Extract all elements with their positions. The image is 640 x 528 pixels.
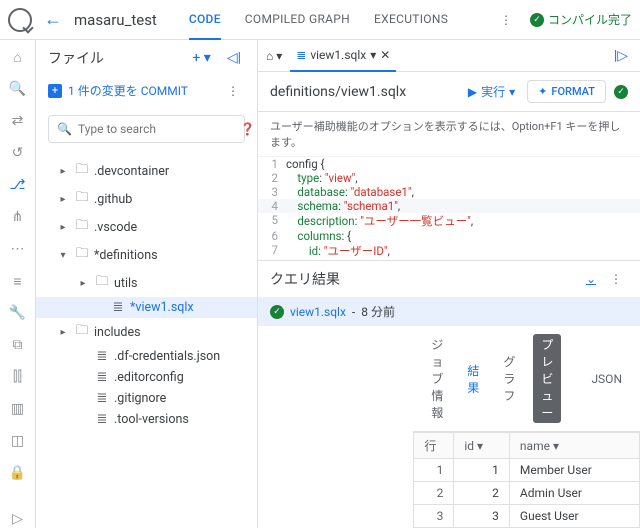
- files-title: ファイル: [48, 48, 180, 68]
- home-icon[interactable]: ⌂ ▾: [266, 49, 282, 63]
- files-panel: ファイル + ▾ ◁| + 1 件の変更を COMMIT ⋮ 🔍 ❓ ▸🗀.de…: [36, 40, 258, 528]
- commit-button[interactable]: + 1 件の変更を COMMIT ⋮: [36, 76, 257, 105]
- project-title: masaru_test: [74, 11, 157, 29]
- rail-chart-icon[interactable]: ⫿⫿: [9, 368, 27, 386]
- format-button[interactable]: ✦ FORMAT: [527, 80, 606, 103]
- table-row: 33Guest User: [414, 505, 640, 528]
- tab-compiled-graph[interactable]: COMPILED GRAPH: [245, 0, 350, 40]
- folder-node[interactable]: ▾🗀*definitions: [36, 241, 257, 269]
- folder-node[interactable]: ▸🗀.vscode: [36, 213, 257, 241]
- help-icon[interactable]: ❓: [240, 122, 255, 136]
- commit-more-icon[interactable]: ⋮: [221, 84, 245, 98]
- tab-code[interactable]: CODE: [189, 0, 221, 40]
- table-row: 11Member User: [414, 459, 640, 482]
- col-row: 行: [414, 433, 454, 459]
- file-tree: ▸🗀.devcontainer▸🗀.github▸🗀.vscode▾🗀*defi…: [36, 153, 257, 528]
- rtab-job[interactable]: ジョブ情報: [425, 332, 449, 425]
- rail-branch-icon[interactable]: ⎇: [9, 176, 27, 194]
- tab-executions[interactable]: EXECUTIONS: [374, 0, 448, 40]
- search-input[interactable]: [78, 122, 234, 136]
- results-source[interactable]: ✓ view1.sqlx - 8 分前: [258, 297, 640, 326]
- result-source-name: view1.sqlx: [290, 305, 346, 319]
- folder-node[interactable]: ▸🗀includes: [36, 318, 257, 346]
- compile-status: ✓ コンパイル完了: [530, 11, 632, 28]
- rtab-json[interactable]: JSON: [585, 368, 628, 390]
- rail-dots-icon[interactable]: ⋯: [9, 240, 27, 258]
- file-path: definitions/view1.sqlx: [270, 84, 468, 100]
- compile-status-label: コンパイル完了: [548, 11, 632, 28]
- file-node[interactable]: ≣*view1.sqlx: [36, 297, 257, 318]
- file-icon: ≣: [296, 48, 306, 62]
- rtab-result[interactable]: 結果: [461, 358, 485, 400]
- rtab-preview[interactable]: プレビュー: [533, 334, 561, 423]
- more-icon[interactable]: ⋮: [494, 13, 518, 27]
- col-name[interactable]: name ▾: [509, 433, 639, 459]
- results-more-icon[interactable]: ⋮: [604, 272, 628, 286]
- top-bar: ← masaru_test CODE COMPILED GRAPH EXECUT…: [0, 0, 640, 40]
- tab-dropdown-icon[interactable]: ▾: [370, 48, 376, 62]
- add-file-icon[interactable]: + ▾: [188, 48, 214, 68]
- results-collapse-icon[interactable]: ⌄: [586, 272, 596, 286]
- rail-settings-icon[interactable]: ⇄: [9, 112, 27, 130]
- rail-wrench-icon[interactable]: 🔧: [9, 304, 27, 322]
- editor-tabs: ⌂ ▾ ≣ view1.sqlx ▾ ✕ |▷: [258, 40, 640, 72]
- results-panel: クエリ結果 ⌄ ⋮ ✓ view1.sqlx - 8 分前 ジョブ情報 結果 グ…: [258, 260, 640, 528]
- rtab-graph[interactable]: グラフ: [497, 349, 521, 408]
- table-row: 22Admin User: [414, 482, 640, 505]
- rail-search-icon[interactable]: 🔍: [9, 80, 27, 98]
- check-icon: ✓: [530, 13, 544, 27]
- rail-chart2-icon[interactable]: ▥: [9, 400, 27, 418]
- rail-list-icon[interactable]: ≡: [9, 272, 27, 290]
- file-node[interactable]: ≣.tool-versions: [36, 409, 257, 430]
- collapse-files-icon[interactable]: ◁|: [223, 48, 245, 68]
- folder-node[interactable]: ▸🗀.devcontainer: [36, 157, 257, 185]
- expand-editor-icon[interactable]: |▷: [610, 46, 632, 66]
- result-tabs: ジョブ情報 結果 グラフ プレビュー JSON: [413, 326, 640, 432]
- commit-label: 1 件の変更を COMMIT: [68, 82, 188, 99]
- results-title: クエリ結果: [270, 269, 578, 289]
- tab-filename: view1.sqlx: [310, 48, 366, 62]
- result-time: 8 分前: [361, 303, 395, 320]
- file-node[interactable]: ≣.gitignore: [36, 388, 257, 409]
- search-icon: 🔍: [57, 122, 72, 136]
- rail-graph-icon[interactable]: ⋔: [9, 208, 27, 226]
- rail-lock-icon[interactable]: 🔒: [9, 464, 27, 482]
- file-status-icon: ✓: [614, 85, 628, 99]
- rail-ext-icon[interactable]: ⧉: [9, 336, 27, 354]
- search-box[interactable]: 🔍 ❓: [48, 115, 245, 143]
- logo-icon: [8, 8, 32, 32]
- open-file-tab[interactable]: ≣ view1.sqlx ▾ ✕: [290, 40, 396, 72]
- back-icon[interactable]: ←: [44, 9, 62, 30]
- folder-node[interactable]: ▸🗀utils: [36, 269, 257, 297]
- file-node[interactable]: ≣.editorconfig: [36, 367, 257, 388]
- rail-home-icon[interactable]: ⌂: [9, 48, 27, 66]
- file-node[interactable]: ≣.df-credentials.json: [36, 346, 257, 367]
- col-id[interactable]: id ▾: [454, 433, 510, 459]
- result-check-icon: ✓: [270, 305, 284, 319]
- rail-history-icon[interactable]: ↺: [9, 144, 27, 162]
- run-button[interactable]: ▶ 実行 ▾: [468, 83, 515, 100]
- rail-collapse-icon[interactable]: ▷: [9, 510, 27, 528]
- results-table: 行 id ▾ name ▾ 11Member User22Admin User3…: [413, 432, 640, 528]
- folder-node[interactable]: ▸🗀.github: [36, 185, 257, 213]
- plus-icon: +: [48, 84, 62, 98]
- a11y-hint: ユーザー補助機能のオプションを表示するには、Option+F1 キーを押します。: [258, 112, 640, 157]
- header-tabs: CODE COMPILED GRAPH EXECUTIONS: [189, 0, 448, 40]
- left-rail: ⌂ 🔍 ⇄ ↺ ⎇ ⋔ ⋯ ≡ 🔧 ⧉ ⫿⫿ ▥ ◫ 🔒 ▷: [0, 40, 36, 528]
- close-tab-icon[interactable]: ✕: [380, 48, 390, 62]
- editor-panel: ⌂ ▾ ≣ view1.sqlx ▾ ✕ |▷ definitions/view…: [258, 40, 640, 528]
- rail-db-icon[interactable]: ◫: [9, 432, 27, 450]
- code-editor[interactable]: 1config {2 type: "view",3 database: "dat…: [258, 157, 640, 260]
